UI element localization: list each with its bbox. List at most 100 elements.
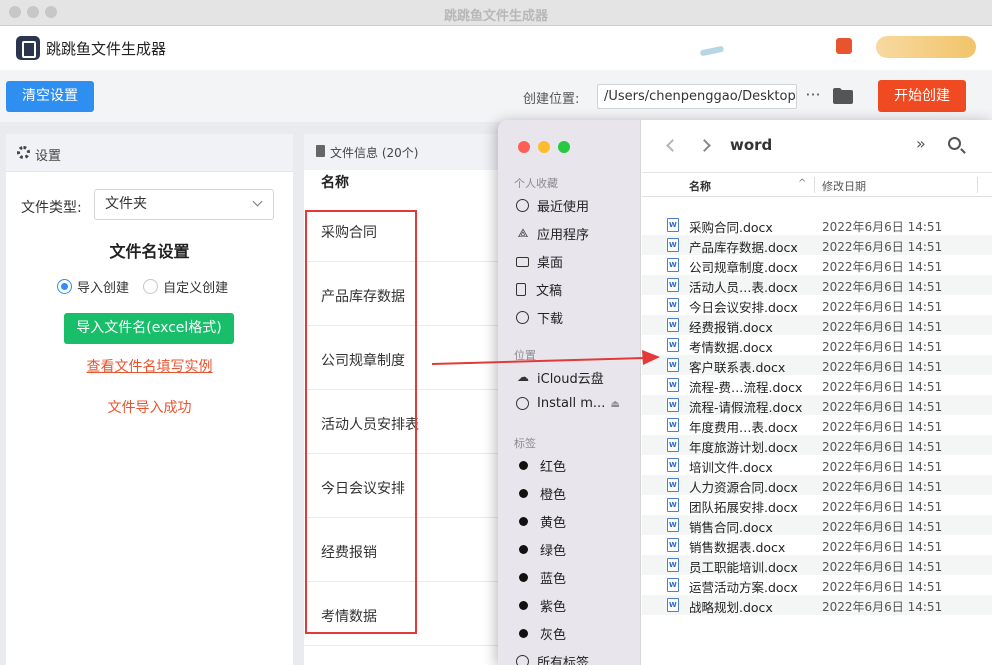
finder-minimize-button[interactable] — [538, 141, 550, 153]
column-header-name[interactable]: 名称 — [689, 178, 711, 194]
file-row[interactable]: 战略规划.docx 2022年6月6日 14:51 — [642, 595, 992, 615]
sidebar-tag-orange[interactable]: 橙色 — [516, 484, 566, 504]
import-filenames-button[interactable]: 导入文件名(excel格式) — [64, 313, 234, 344]
radio-custom-create[interactable] — [143, 279, 159, 294]
word-doc-icon — [667, 438, 679, 452]
header-badge-icon[interactable] — [836, 38, 852, 54]
file-row[interactable]: 今日会议安排.docx 2022年6月6日 14:51 — [642, 295, 992, 315]
sidebar-item-downloads[interactable]: 下载 — [516, 308, 563, 328]
toolbar-overflow-icon[interactable]: » — [916, 134, 926, 153]
file-row[interactable]: 年度旅游计划.docx 2022年6月6日 14:51 — [642, 435, 992, 455]
eject-icon[interactable]: ⏏ — [611, 399, 620, 410]
sidebar-tag-yellow[interactable]: 黄色 — [516, 512, 566, 532]
file-name: 团队拓展安排.docx — [689, 500, 798, 515]
file-row[interactable]: 经费报销.docx 2022年6月6日 14:51 — [642, 315, 992, 335]
file-name: 公司规章制度.docx — [689, 260, 798, 275]
forward-chevron-icon[interactable] — [698, 139, 711, 152]
file-modified-date: 2022年6月6日 14:51 — [822, 380, 943, 394]
file-modified-date: 2022年6月6日 14:51 — [822, 460, 943, 474]
file-row[interactable]: 采购合同.docx 2022年6月6日 14:51 — [642, 215, 992, 235]
settings-panel: 设置 文件类型: 文件夹 文件名设置 导入创建 自定义创建 导入文件名(exce… — [6, 134, 293, 665]
sidebar-all-tags[interactable]: 所有标签... — [516, 652, 601, 665]
sidebar-item-label: 红色 — [540, 460, 567, 475]
search-icon[interactable] — [948, 137, 961, 150]
file-row[interactable]: 产品库存数据.docx 2022年6月6日 14:51 — [642, 235, 992, 255]
sort-caret-icon[interactable]: ^ — [798, 178, 806, 189]
column-divider[interactable] — [814, 177, 815, 193]
file-row[interactable]: 人力资源合同.docx 2022年6月6日 14:51 — [642, 475, 992, 495]
annotation-highlight-box — [305, 210, 417, 634]
sidebar-item-icloud[interactable]: ☁ iCloud云盘 — [516, 368, 604, 388]
radio-import-create[interactable] — [57, 279, 72, 294]
word-doc-icon — [667, 578, 679, 592]
word-doc-icon — [667, 498, 679, 512]
file-row[interactable]: 团队拓展安排.docx 2022年6月6日 14:51 — [642, 495, 992, 515]
vip-badge[interactable] — [876, 36, 976, 58]
finder-close-button[interactable] — [518, 141, 530, 153]
column-header-name: 名称 — [321, 175, 349, 191]
file-row[interactable]: 培训文件.docx 2022年6月6日 14:51 — [642, 455, 992, 475]
back-chevron-icon[interactable] — [666, 139, 679, 152]
file-row[interactable]: 公司规章制度.docx 2022年6月6日 14:51 — [642, 255, 992, 275]
sidebar-item-label: 黄色 — [540, 516, 567, 531]
radio-custom-label[interactable]: 自定义创建 — [163, 281, 228, 296]
sidebar-item-install-disk[interactable]: Install m... ⏏ — [516, 396, 640, 416]
file-info-header: 文件信息 (20个) — [304, 134, 504, 170]
file-info-title: 文件信息 (20个) — [330, 146, 419, 160]
file-modified-date: 2022年6月6日 14:51 — [822, 260, 943, 274]
word-doc-icon — [667, 298, 679, 312]
file-name: 考情数据.docx — [689, 340, 773, 355]
file-row[interactable]: 运营活动方案.docx 2022年6月6日 14:51 — [642, 575, 992, 595]
clear-settings-button[interactable]: 清空设置 — [6, 81, 94, 112]
file-row[interactable]: 流程-请假流程.docx 2022年6月6日 14:51 — [642, 395, 992, 415]
file-name: 培训文件.docx — [689, 460, 773, 475]
sidebar-tag-blue[interactable]: 蓝色 — [516, 568, 566, 588]
file-row[interactable]: 考情数据.docx 2022年6月6日 14:51 — [642, 335, 992, 355]
sidebar-tag-purple[interactable]: 紫色 — [516, 596, 566, 616]
file-row[interactable]: 员工职能培训.docx 2022年6月6日 14:51 — [642, 555, 992, 575]
gear-icon — [17, 146, 30, 159]
filename-example-link[interactable]: 查看文件名填写实例 — [6, 356, 293, 376]
file-row[interactable]: 流程-费…流程.docx 2022年6月6日 14:51 — [642, 375, 992, 395]
finder-window: 个人收藏 最近使用 ⟁ 应用程序 桌面 文稿 下载 位置 ☁ iCloud云盘 In… — [498, 120, 992, 665]
file-name: 经费报销.docx — [689, 320, 773, 335]
word-doc-icon — [667, 458, 679, 472]
file-row[interactable]: 销售数据表.docx 2022年6月6日 14:51 — [642, 535, 992, 555]
file-modified-date: 2022年6月6日 14:51 — [822, 400, 943, 414]
tag-dot-icon — [519, 573, 528, 582]
sidebar-item-applications[interactable]: ⟁ 应用程序 — [516, 224, 589, 244]
finder-zoom-button[interactable] — [558, 141, 570, 153]
finder-folder-title: word — [730, 136, 773, 154]
column-header-date[interactable]: 修改日期 — [822, 178, 866, 194]
file-row[interactable]: 活动人员…表.docx 2022年6月6日 14:51 — [642, 275, 992, 295]
word-doc-icon — [667, 278, 679, 292]
sidebar-tag-red[interactable]: 红色 — [516, 456, 566, 476]
more-options-button[interactable]: ··· — [803, 84, 823, 108]
sidebar-item-desktop[interactable]: 桌面 — [516, 252, 563, 272]
file-row[interactable]: 客户联系表.docx 2022年6月6日 14:51 — [642, 355, 992, 375]
location-input[interactable]: /Users/chenpenggao/Desktop — [597, 84, 797, 109]
file-row[interactable]: 年度费用…表.docx 2022年6月6日 14:51 — [642, 415, 992, 435]
start-create-button[interactable]: 开始创建 — [878, 80, 966, 112]
file-modified-date: 2022年6月6日 14:51 — [822, 300, 943, 314]
file-type-select[interactable]: 文件夹 — [94, 189, 274, 220]
download-icon — [516, 311, 529, 324]
sidebar-item-label: 应用程序 — [537, 228, 590, 243]
file-name: 人力资源合同.docx — [689, 480, 798, 495]
file-modified-date: 2022年6月6日 14:51 — [822, 440, 943, 454]
file-modified-date: 2022年6月6日 14:51 — [822, 280, 943, 294]
sidebar-tag-green[interactable]: 绿色 — [516, 540, 566, 560]
sidebar-item-label: 桌面 — [537, 256, 564, 271]
sidebar-item-label: iCloud云盘 — [537, 372, 604, 387]
sidebar-item-documents[interactable]: 文稿 — [516, 280, 562, 300]
file-name: 员工职能培训.docx — [689, 560, 798, 575]
column-divider[interactable] — [977, 177, 978, 193]
file-modified-date: 2022年6月6日 14:51 — [822, 360, 943, 374]
sidebar-item-recents[interactable]: 最近使用 — [516, 196, 589, 216]
sidebar-tag-gray[interactable]: 灰色 — [516, 624, 566, 644]
locations-header: 位置 — [514, 349, 536, 362]
finder-column-header: 名称 ^ 修改日期 — [642, 174, 992, 197]
radio-import-label[interactable]: 导入创建 — [77, 281, 129, 296]
file-row[interactable]: 销售合同.docx 2022年6月6日 14:51 — [642, 515, 992, 535]
folder-icon[interactable] — [832, 87, 854, 105]
